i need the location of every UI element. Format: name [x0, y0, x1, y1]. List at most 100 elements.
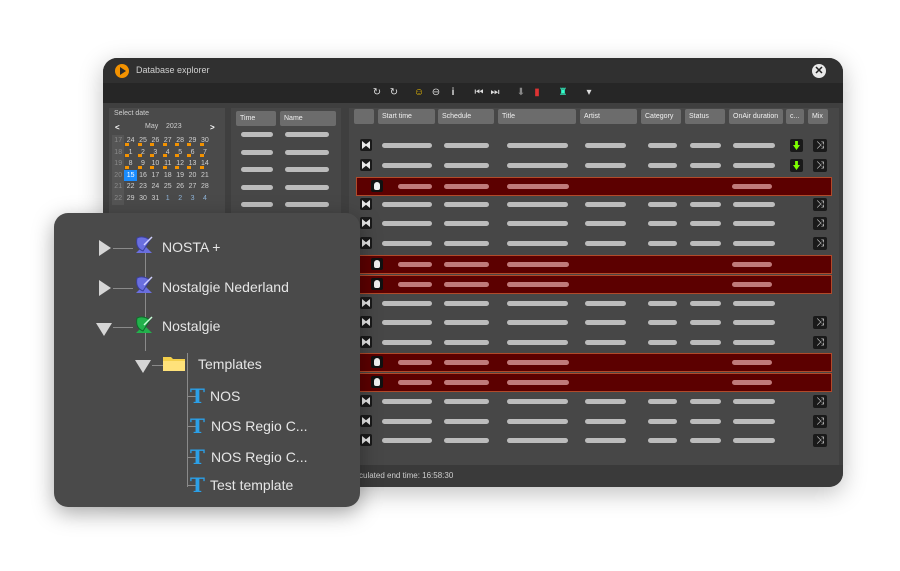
calendar-day[interactable]: 6 [186, 147, 198, 159]
mix-icon[interactable]: ⤨ [813, 395, 827, 408]
bars-icon[interactable]: ▮ [531, 87, 543, 99]
tree-item-templates[interactable]: Templates [198, 356, 262, 372]
column-header-mix[interactable]: Mix [808, 109, 828, 124]
bowtie-icon[interactable] [360, 434, 372, 446]
mix-icon[interactable]: ⤨ [813, 159, 827, 172]
bowtie-icon[interactable] [360, 336, 372, 348]
bowtie-icon[interactable] [360, 198, 372, 210]
calendar-day[interactable]: 13 [186, 158, 198, 170]
refresh-icon[interactable]: ↻ [371, 87, 383, 99]
calendar-day[interactable]: 1 [162, 193, 174, 205]
mix-icon[interactable]: ⤨ [813, 139, 827, 152]
mix-icon[interactable]: ⤨ [813, 336, 827, 349]
hand-icon[interactable] [371, 258, 383, 270]
prev-month-button[interactable]: < [115, 123, 120, 132]
calendar-day-selected[interactable]: 15 [124, 169, 137, 182]
bowtie-icon[interactable] [360, 139, 372, 151]
calendar-day[interactable]: 30 [137, 193, 149, 205]
column-header-title[interactable]: Title [498, 109, 576, 124]
bowtie-icon[interactable] [360, 217, 372, 229]
column-header-status[interactable]: Status [685, 109, 725, 124]
bowtie-icon[interactable] [360, 316, 372, 328]
minus-circle-icon[interactable]: ⊖ [430, 87, 442, 99]
calendar-day[interactable]: 27 [162, 135, 174, 147]
satellite-menu-icon[interactable]: ▾ [583, 87, 595, 99]
calendar-day[interactable]: 28 [174, 135, 186, 147]
tree-item-template-nos-regio-2[interactable]: NOS Regio C... [211, 449, 307, 465]
calendar-day[interactable]: 25 [137, 135, 149, 147]
calendar-day[interactable]: 26 [149, 135, 161, 147]
calendar-day[interactable]: 18 [162, 170, 174, 182]
calendar-day[interactable]: 16 [137, 170, 149, 182]
mix-icon[interactable]: ⤨ [813, 434, 827, 447]
calendar-day[interactable]: 24 [124, 135, 136, 147]
skip-forward-icon[interactable]: ⏭ [489, 87, 501, 99]
calendar-day[interactable]: 8 [124, 158, 136, 170]
calendar-day[interactable]: 3 [186, 193, 198, 205]
skip-back-icon[interactable]: ⏮ [473, 87, 485, 99]
calendar-day[interactable]: 29 [186, 135, 198, 147]
hand-icon[interactable] [371, 376, 383, 388]
mix-icon[interactable]: ⤨ [813, 217, 827, 230]
calendar-day[interactable]: 26 [174, 181, 186, 193]
column-header-onair-duration[interactable]: OnAir duration [729, 109, 783, 124]
calendar-day[interactable]: 12 [174, 158, 186, 170]
refresh-all-icon[interactable]: ↻ [388, 87, 400, 99]
hand-icon[interactable] [371, 278, 383, 290]
calendar-day[interactable]: 5 [174, 147, 186, 159]
mix-icon[interactable]: ⤨ [813, 415, 827, 428]
bowtie-icon[interactable] [360, 159, 372, 171]
calendar-day[interactable]: 28 [199, 181, 211, 193]
column-header-category[interactable]: Category [641, 109, 681, 124]
calendar-day[interactable]: 23 [137, 181, 149, 193]
bowtie-icon[interactable] [360, 415, 372, 427]
calendar-day[interactable]: 30 [199, 135, 211, 147]
tree-item-nosta-plus[interactable]: NOSTA + [162, 239, 220, 255]
calendar-day[interactable]: 1 [124, 147, 136, 159]
tree-item-nostalgie[interactable]: Nostalgie [162, 318, 220, 334]
calendar-day[interactable]: 19 [174, 170, 186, 182]
calendar-day[interactable]: 9 [137, 158, 149, 170]
calendar-day[interactable]: 17 [149, 170, 161, 182]
bowtie-icon[interactable] [360, 395, 372, 407]
column-header-time[interactable]: Time [236, 111, 276, 126]
calendar-day[interactable]: 31 [149, 193, 161, 205]
calendar-day[interactable]: 7 [199, 147, 211, 159]
tree-item-template-nos[interactable]: NOS [210, 388, 240, 404]
calendar-day[interactable]: 11 [162, 158, 174, 170]
bowtie-icon[interactable] [360, 237, 372, 249]
column-header-artist[interactable]: Artist [580, 109, 637, 124]
hand-icon[interactable] [371, 356, 383, 368]
calendar-day[interactable]: 25 [162, 181, 174, 193]
close-button[interactable]: ✕ [812, 64, 826, 78]
calendar-day[interactable]: 4 [199, 193, 211, 205]
column-header-icon[interactable] [354, 109, 374, 124]
bowtie-icon[interactable] [360, 297, 372, 309]
calendar-day[interactable]: 14 [199, 158, 211, 170]
column-header-name[interactable]: Name [280, 111, 336, 126]
mix-icon[interactable]: ⤨ [813, 237, 827, 250]
tree-item-template-nos-regio-1[interactable]: NOS Regio C... [211, 418, 307, 434]
calendar-day[interactable]: 20 [186, 170, 198, 182]
column-header-start-time[interactable]: Start time [378, 109, 435, 124]
download-arrow-icon[interactable] [790, 159, 803, 172]
mix-icon[interactable]: ⤨ [813, 316, 827, 329]
expand-arrow-icon[interactable] [99, 280, 111, 296]
tree-item-template-test[interactable]: Test template [210, 477, 293, 493]
next-month-button[interactable]: > [210, 123, 215, 132]
info-icon[interactable]: i [447, 87, 459, 99]
calendar-day[interactable]: 4 [162, 147, 174, 159]
calendar-day[interactable]: 3 [149, 147, 161, 159]
calendar-day[interactable]: 24 [149, 181, 161, 193]
column-header-c-[interactable]: c... [786, 109, 804, 124]
calendar-day[interactable]: 29 [124, 193, 136, 205]
calendar-day[interactable]: 2 [174, 193, 186, 205]
tree-item-nostalgie-nederland[interactable]: Nostalgie Nederland [162, 279, 289, 295]
calendar-day[interactable]: 21 [199, 170, 211, 182]
arrow-down-icon[interactable]: ⬇ [515, 87, 527, 99]
calendar-day[interactable]: 2 [137, 147, 149, 159]
calendar-day[interactable]: 10 [149, 158, 161, 170]
calendar-day[interactable]: 22 [124, 181, 136, 193]
mix-icon[interactable]: ⤨ [813, 198, 827, 211]
expand-arrow-icon[interactable] [99, 240, 111, 256]
